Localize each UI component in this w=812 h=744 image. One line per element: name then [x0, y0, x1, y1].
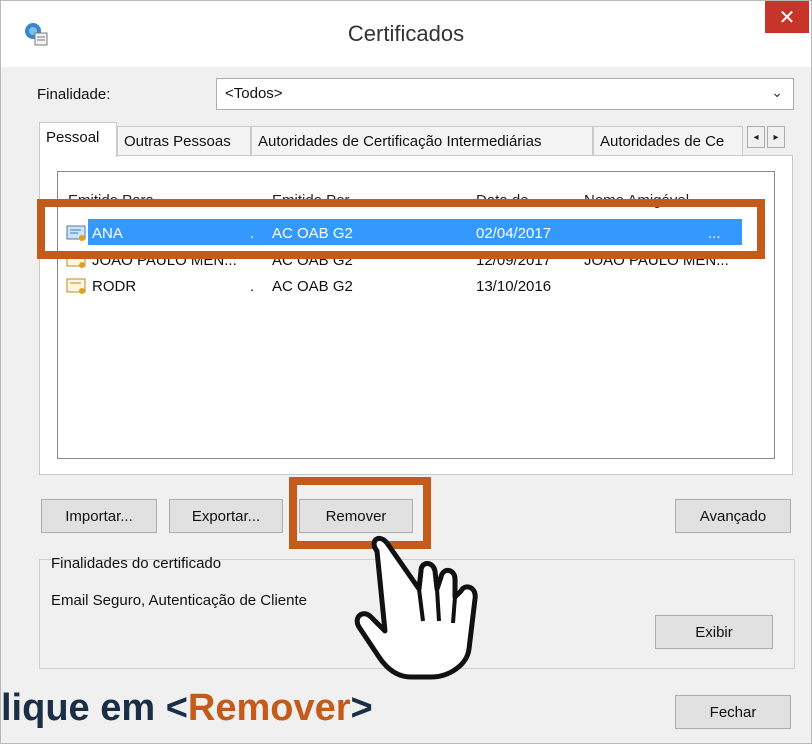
window-title: Certificados	[347, 21, 465, 46]
column-header-issued-by[interactable]: Emitido Por	[272, 192, 350, 209]
certificate-icon	[66, 278, 86, 294]
column-separator-dot: .	[250, 278, 255, 295]
column-header-friendly-name[interactable]: Nome Amigável	[584, 192, 689, 209]
date-cell: 12/09/2017	[476, 252, 552, 269]
purposes-group-title: Finalidades do certificado	[51, 555, 222, 572]
issued-to-cell: ANA	[92, 225, 123, 242]
export-button-label: Exportar...	[191, 507, 261, 525]
title-bar: Certificados ✕	[1, 1, 811, 67]
column-header-issued-to[interactable]: Emitido Para	[68, 192, 154, 209]
friendly-name-cell: JOAO PAULO MEN...	[584, 252, 729, 269]
issued-by-cell: AC OAB G2	[272, 225, 353, 242]
column-header-date[interactable]: Data de ...	[476, 192, 545, 209]
tab-pessoal[interactable]: Pessoal	[39, 122, 117, 157]
selection-highlight	[88, 219, 742, 245]
certificate-row[interactable]: RODR . AC OAB G2 13/10/2016	[58, 272, 774, 302]
date-cell: 02/04/2017	[476, 225, 552, 242]
advanced-button[interactable]: Avançado	[675, 499, 791, 533]
view-button[interactable]: Exibir	[655, 615, 773, 649]
instruction-caption: lique em <Remover>	[1, 687, 373, 730]
caption-suffix: >	[350, 687, 373, 729]
import-button[interactable]: Importar...	[41, 499, 157, 533]
column-separator-dot: .	[250, 225, 255, 242]
purpose-select-value: <Todos>	[225, 85, 283, 102]
export-button[interactable]: Exportar...	[169, 499, 283, 533]
caption-accent: Remover	[187, 687, 351, 729]
tab-strip: Pessoal Outras Pessoas Autoridades de Ce…	[39, 122, 793, 157]
view-button-label: Exibir	[695, 623, 733, 641]
certificate-row[interactable]: ANA . AC OAB G2 02/04/2017 ...	[58, 219, 774, 249]
certificate-icon	[66, 225, 86, 241]
close-button[interactable]: Fechar	[675, 695, 791, 729]
tab-scroll-right-button[interactable]: ▸	[767, 126, 785, 148]
tab-autoridades-raiz[interactable]: Autoridades de Ce	[593, 126, 743, 156]
friendly-name-cell: ...	[708, 225, 721, 242]
list-header: Emitido Para Emitido Por Data de ... Nom…	[58, 172, 774, 212]
chevron-down-icon: ⌄	[771, 84, 783, 100]
caption-prefix: lique em <	[1, 687, 188, 729]
date-cell: 13/10/2016	[476, 278, 552, 295]
close-window-button[interactable]: ✕	[765, 1, 809, 33]
tab-scroll-left-button[interactable]: ◂	[747, 126, 765, 148]
certificate-list[interactable]: Emitido Para Emitido Por Data de ... Nom…	[57, 171, 775, 459]
purposes-text: Email Seguro, Autenticação de Cliente	[51, 592, 307, 609]
issued-to-cell: JOAO PAULO MEN...	[92, 252, 237, 269]
purpose-select[interactable]: <Todos> ⌄	[216, 78, 794, 110]
tab-outras-pessoas[interactable]: Outras Pessoas	[117, 126, 251, 156]
pointer-hand-icon	[354, 536, 478, 680]
issued-by-cell: AC OAB G2	[272, 278, 353, 295]
import-button-label: Importar...	[65, 507, 133, 525]
remove-button-label: Remover	[325, 507, 387, 525]
issued-by-cell: AC OAB G2	[272, 252, 353, 269]
remove-button[interactable]: Remover	[299, 499, 413, 533]
purpose-label: Finalidade:	[37, 86, 111, 103]
certificate-icon	[66, 252, 86, 268]
certificates-dialog: Certificados ✕ Finalidade: <Todos> ⌄ Pes…	[0, 0, 812, 744]
tab-autoridades-intermediarias[interactable]: Autoridades de Certificação Intermediári…	[251, 126, 593, 156]
advanced-button-label: Avançado	[699, 507, 767, 525]
close-button-label: Fechar	[709, 703, 757, 721]
issued-to-cell: RODR	[92, 278, 137, 295]
